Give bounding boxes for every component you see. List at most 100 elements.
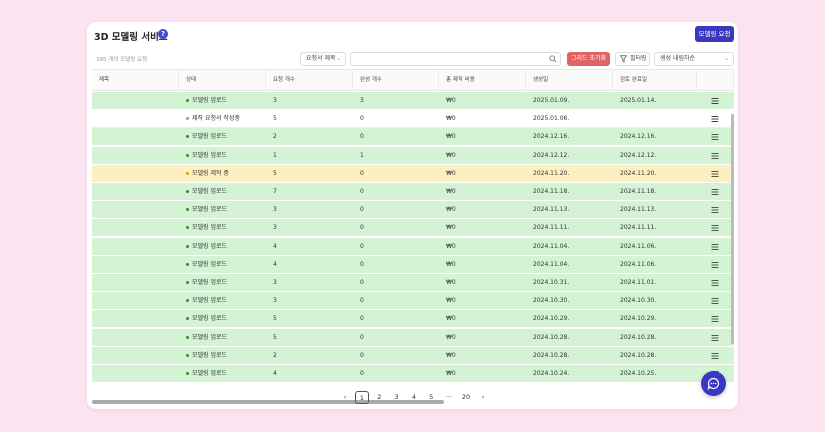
row-menu-icon[interactable] bbox=[711, 224, 719, 232]
chat-button[interactable] bbox=[701, 371, 726, 396]
cell-cost: ₩0 bbox=[446, 188, 456, 195]
cell-reviewed: 2024.10.28. bbox=[620, 333, 657, 341]
row-menu-icon[interactable] bbox=[711, 297, 719, 305]
page-button-1[interactable]: 1 bbox=[355, 391, 369, 404]
pagination-ellipsis: ··· bbox=[445, 393, 453, 401]
cell-title bbox=[92, 201, 179, 219]
cell-done: 0 bbox=[360, 260, 364, 268]
column-header[interactable]: 완성 개수 bbox=[353, 70, 439, 91]
grid-header: 제목 상태 요청 개수 완성 개수 총 제작 비용 생성일 검토 완료일 bbox=[92, 70, 734, 91]
page-button-3[interactable]: 3 bbox=[390, 391, 404, 404]
cell-cost: ₩0 bbox=[446, 133, 456, 141]
cell-done: 0 bbox=[360, 169, 364, 177]
cell-status: 모델링 업로드 bbox=[179, 310, 266, 328]
status-text: 모델링 업로드 bbox=[192, 242, 228, 250]
cell-status: 모델링 업로드 bbox=[179, 92, 266, 110]
row-menu-icon[interactable] bbox=[711, 170, 719, 178]
status-dot bbox=[186, 190, 189, 193]
table-row[interactable]: 모델링 업로드 3 0 ₩0 2024.11.11. 2024.11.11. bbox=[92, 219, 734, 238]
cell-req: 7 bbox=[273, 188, 277, 195]
table-row[interactable]: 모델링 업로드 1 1 ₩0 2024.12.12. 2024.12.12. bbox=[92, 146, 734, 165]
table-row[interactable]: 모델링 업로드 4 0 ₩0 2024.10.24. 2024.10.25. bbox=[92, 365, 734, 383]
table-row[interactable]: 모델링 업로드 5 0 ₩0 2024.10.29. 2024.10.29. bbox=[92, 310, 734, 329]
cell-reviewed bbox=[613, 110, 697, 128]
request-count: 395 개의 모델링 요청 bbox=[96, 57, 148, 63]
page-button-last[interactable]: 20 bbox=[459, 391, 473, 404]
cell-title bbox=[92, 256, 179, 274]
table-row[interactable]: 모델링 업로드 2 0 ₩0 2024.12.16. 2024.12.16. bbox=[92, 128, 734, 147]
status-dot bbox=[186, 353, 189, 357]
cell-title bbox=[92, 183, 179, 201]
cell-cost: ₩0 bbox=[446, 115, 456, 123]
row-menu-icon[interactable] bbox=[711, 152, 719, 160]
search-icon[interactable] bbox=[549, 55, 557, 63]
vertical-scrollbar[interactable] bbox=[731, 114, 734, 344]
table-row[interactable]: 모델링 업로드 3 0 ₩0 2024.11.13. 2024.11.13. bbox=[92, 201, 734, 220]
cell-cost: ₩0 bbox=[446, 315, 456, 323]
column-header[interactable]: 생성일 bbox=[526, 70, 613, 91]
cell-cost: ₩0 bbox=[446, 169, 456, 177]
cell-req: 4 bbox=[273, 260, 277, 268]
column-header[interactable]: 요청 개수 bbox=[266, 70, 353, 91]
cell-reviewed: 2024.10.30. bbox=[620, 297, 657, 305]
row-menu-icon[interactable] bbox=[711, 315, 719, 323]
sort-select[interactable]: 생성 내림차순 ⌄ bbox=[654, 52, 734, 66]
status-text: 모델링 업로드 bbox=[192, 224, 228, 232]
row-menu-icon[interactable] bbox=[711, 115, 719, 123]
filter-button[interactable]: 필터링 bbox=[615, 52, 650, 66]
page-button-5[interactable]: 5 bbox=[424, 391, 438, 404]
next-page-button[interactable]: › bbox=[476, 391, 490, 404]
reset-grid-button[interactable]: 그리드 초기화 bbox=[567, 52, 610, 66]
column-header[interactable]: 검토 완료일 bbox=[613, 70, 697, 91]
row-menu-icon[interactable] bbox=[711, 133, 719, 141]
row-menu-icon[interactable] bbox=[711, 188, 719, 196]
table-row[interactable]: 모델링 업로드 4 0 ₩0 2024.11.04. 2024.11.06. bbox=[92, 237, 734, 256]
cell-status: 모델링 업로드 bbox=[179, 128, 266, 146]
table-row[interactable]: 제작 요청서 작성중 5 0 ₩0 2025.01.06. bbox=[92, 110, 734, 129]
row-menu-icon[interactable] bbox=[711, 352, 719, 360]
search-input[interactable] bbox=[350, 52, 561, 66]
sort-value: 생성 내림차순 bbox=[660, 55, 696, 62]
row-menu-icon[interactable] bbox=[711, 97, 719, 105]
row-menu-icon[interactable] bbox=[711, 334, 719, 342]
page-button-2[interactable]: 2 bbox=[372, 391, 386, 404]
column-header[interactable]: 제목 bbox=[92, 70, 179, 91]
table-row[interactable]: 모델링 업로드 7 0 ₩0 2024.11.18. 2024.11.18. bbox=[92, 183, 734, 201]
table-row[interactable]: 모델링 업로드 3 3 ₩0 2025.01.09. 2025.01.14. bbox=[92, 92, 734, 110]
cell-done: 0 bbox=[360, 224, 364, 232]
cell-created: 2024.10.28. bbox=[533, 351, 570, 359]
table-row[interactable]: 모델링 업로드 5 0 ₩0 2024.10.28. 2024.10.28. bbox=[92, 328, 734, 347]
row-menu-icon[interactable] bbox=[711, 279, 719, 287]
search-column-select[interactable]: 요청서 제목 ⌄ bbox=[300, 52, 346, 66]
page-button-4[interactable]: 4 bbox=[407, 391, 421, 404]
cell-req: 3 bbox=[273, 97, 277, 104]
table-row[interactable]: 모델링 업로드 4 0 ₩0 2024.11.04. 2024.11.06. bbox=[92, 255, 734, 274]
status-text: 모델링 업로드 bbox=[192, 188, 228, 195]
cell-reviewed: 2024.11.06. bbox=[620, 242, 657, 250]
row-menu-icon[interactable] bbox=[711, 243, 719, 251]
table-row[interactable]: 모델링 업로드 3 0 ₩0 2024.10.30. 2024.10.30. bbox=[92, 292, 734, 311]
table-row[interactable]: 모델링 업로드 2 0 ₩0 2024.10.28. 2024.10.28. bbox=[92, 346, 734, 365]
status-text: 모델링 업로드 bbox=[192, 333, 228, 341]
request-modeling-button[interactable]: 모델링 요청 bbox=[695, 26, 734, 42]
table-row[interactable]: 모델링 제작 중 5 0 ₩0 2024.11.20. 2024.11.20. bbox=[92, 164, 734, 183]
table-row[interactable]: 모델링 업로드 3 0 ₩0 2024.10.31. 2024.11.01. bbox=[92, 274, 734, 292]
cell-reviewed: 2024.12.16. bbox=[620, 133, 657, 141]
column-header[interactable]: 상태 bbox=[179, 70, 266, 91]
column-header[interactable]: 총 제작 비용 bbox=[439, 70, 526, 91]
cell-reviewed: 2024.11.13. bbox=[620, 206, 657, 214]
cell-status: 모델링 업로드 bbox=[179, 147, 266, 165]
prev-page-button[interactable]: ‹ bbox=[338, 391, 352, 404]
status-text: 모델링 업로드 bbox=[192, 297, 228, 305]
cell-status: 모델링 업로드 bbox=[179, 292, 266, 310]
cell-title bbox=[92, 347, 179, 365]
help-icon[interactable]: ? bbox=[158, 29, 168, 39]
status-text: 모델링 제작 중 bbox=[192, 169, 229, 177]
cell-status: 모델링 업로드 bbox=[179, 274, 266, 292]
cell-created: 2024.10.28. bbox=[533, 333, 570, 341]
column-header-actions bbox=[697, 70, 734, 91]
status-dot bbox=[186, 208, 189, 212]
row-menu-icon[interactable] bbox=[711, 206, 719, 214]
row-menu-icon[interactable] bbox=[711, 261, 719, 269]
cell-title bbox=[92, 238, 179, 256]
